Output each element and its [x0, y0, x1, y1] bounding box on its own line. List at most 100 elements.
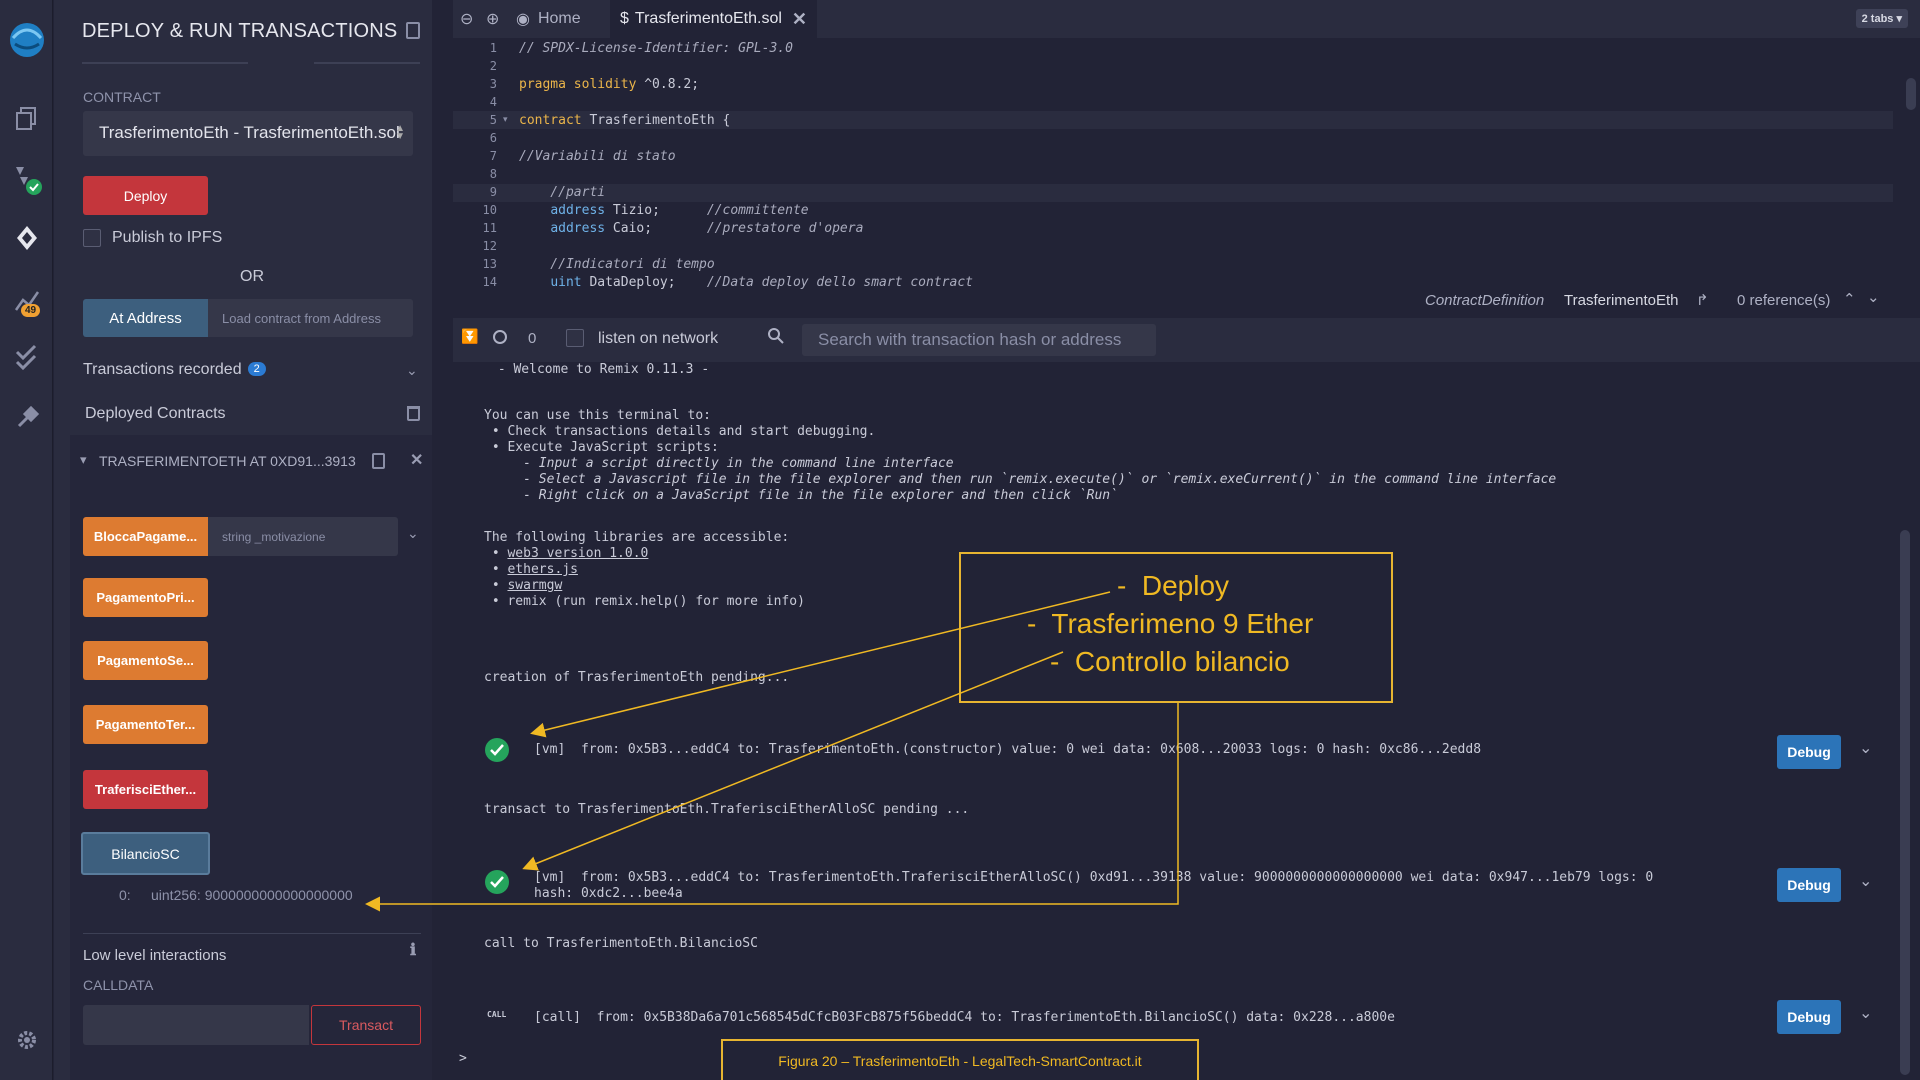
terminal-line: The following libraries are accessible: — [484, 530, 790, 545]
fn-pagamentosecondo-button[interactable]: PagamentoSe... — [83, 641, 208, 680]
terminal-scrollbar[interactable] — [1900, 530, 1910, 1075]
fn-bloccapagamento-input[interactable]: string _motivazione — [208, 517, 398, 556]
settings-gear-icon[interactable] — [0, 1020, 53, 1060]
title-underline-right — [314, 62, 420, 64]
docs-icon[interactable] — [406, 22, 420, 39]
editor-scrollbar[interactable] — [1906, 78, 1916, 110]
chevron-down-icon[interactable]: ⌄ — [1867, 288, 1880, 306]
fn-pagamentoterzo-button[interactable]: PagamentoTer... — [83, 705, 208, 744]
terminal-prompt[interactable]: > — [459, 1051, 467, 1066]
fn-bloccapagamento-button[interactable]: BloccaPagame... — [83, 517, 208, 556]
load-address-input[interactable]: Load contract from Address — [208, 299, 413, 337]
deploy-button[interactable]: Deploy — [83, 176, 208, 215]
divider — [83, 933, 421, 934]
info-icon[interactable]: ℹ — [410, 940, 416, 960]
close-tab-icon[interactable]: ✕ — [792, 9, 807, 30]
chevron-up-icon[interactable]: ⌃ — [1843, 290, 1856, 308]
fn-pagamentoprimo-button[interactable]: PagamentoPri... — [83, 578, 208, 617]
terminal-output: - Welcome to Remix 0.11.3 - You can use … — [453, 362, 1920, 1080]
code-line: pragma solidity ^0.8.2; — [519, 77, 699, 92]
code-line: uint DataDeploy; //Data deploy dello sma… — [519, 275, 973, 290]
zoom-in-icon[interactable]: ⊕ — [486, 0, 499, 38]
calldata-input[interactable] — [83, 1005, 309, 1045]
definition-name: TrasferimentoEth — [1564, 292, 1679, 309]
select-arrows-icon: ▲ ▼ — [395, 123, 405, 142]
tx-log-transfer[interactable]: [vm] from: 0x5B3...eddC4 to: Trasferimen… — [534, 870, 1653, 885]
expand-tx-chevron-icon[interactable]: ⌄ — [1859, 738, 1872, 758]
expand-tx-chevron-icon[interactable]: ⌄ — [1859, 1003, 1872, 1023]
contract-select[interactable]: TrasferimentoEth - TrasferimentoEth.sol … — [83, 111, 413, 156]
tx-log-transfer-hash[interactable]: hash: 0xdc2...bee4a — [534, 886, 683, 901]
collapse-chevron-icon[interactable]: ▾ — [80, 452, 87, 468]
code-text: Tizio; — [605, 203, 707, 218]
terminal-line: - Select a Javascript file in the file e… — [484, 472, 1557, 487]
code-line: address Caio; //prestatore d'opera — [519, 221, 863, 236]
tabs-count-button[interactable]: 2 tabs ▾ — [1855, 9, 1908, 28]
fn-bilanciosc-button[interactable]: BilancioSC — [81, 832, 210, 875]
deployed-instance: ▾ TRASFERIMENTOETH AT 0XD91...3913 ✕ Blo… — [70, 435, 432, 1080]
file-explorer-icon[interactable] — [0, 98, 53, 138]
fn-traferisciether-button[interactable]: TraferisciEther... — [83, 770, 208, 809]
close-instance-icon[interactable]: ✕ — [410, 450, 423, 470]
search-icon — [767, 327, 785, 350]
deploy-run-icon[interactable] — [0, 218, 53, 258]
publish-ipfs-checkbox[interactable] — [83, 229, 101, 247]
code-line: //Indicatori di tempo — [519, 257, 715, 272]
zoom-out-icon[interactable]: ⊖ — [460, 0, 473, 38]
debug-button[interactable]: Debug — [1777, 868, 1841, 902]
result-value: uint256: 9000000000000000000 — [151, 887, 353, 903]
contract-select-value: TrasferimentoEth - TrasferimentoEth.sol — [99, 123, 400, 142]
tab-home-label: Home — [537, 10, 581, 27]
line-number: 2 — [489, 59, 497, 73]
listen-network-checkbox[interactable] — [566, 329, 584, 347]
solidity-compiler-icon[interactable] — [0, 160, 53, 200]
lib-link-swarmgw[interactable]: swarmgw — [507, 578, 562, 593]
solidity-file-icon: $ — [620, 10, 629, 27]
terminal-line: • remix (run remix.help() for more info) — [484, 594, 805, 609]
clear-console-icon[interactable] — [493, 330, 507, 344]
tab-file-label: TrasferimentoEth.sol — [634, 10, 782, 27]
terminal-line: transact to TrasferimentoEth.TraferisciE… — [484, 802, 970, 817]
lib-link-web3[interactable]: web3 version 1.0.0 — [507, 546, 648, 561]
expand-tx-chevron-icon[interactable]: ⌄ — [1859, 871, 1872, 891]
tab-trasferimentoeth[interactable]: $ TrasferimentoEth.sol ✕ — [610, 0, 818, 38]
figure-caption: Figura 20 – TrasferimentoEth - LegalTech… — [721, 1039, 1199, 1080]
terminal-line: • ethers.js — [484, 562, 578, 577]
terminal-line: call to TrasferimentoEth.BilancioSC — [484, 936, 758, 951]
code-keyword: uint — [550, 275, 582, 290]
collapse-terminal-icon[interactable]: ⏬ — [461, 328, 478, 345]
trash-icon[interactable] — [407, 406, 420, 421]
lib-link-ethers[interactable]: ethers.js — [507, 562, 577, 577]
definition-kind: ContractDefinition — [1425, 292, 1545, 309]
tx-log-call[interactable]: [call] from: 0x5B38Da6a701c568545dCfcB03… — [534, 1010, 1395, 1025]
debug-button[interactable]: Debug — [1777, 735, 1841, 769]
line-number: 5 — [489, 113, 497, 127]
fold-chevron-icon[interactable]: ▾ — [503, 114, 508, 125]
code-line: // SPDX-License-Identifier: GPL-3.0 — [519, 41, 793, 56]
call-tag: CALL — [487, 1010, 507, 1019]
chevron-down-icon[interactable]: ⌄ — [406, 362, 418, 379]
calldata-label: CALLDATA — [83, 977, 154, 993]
transactions-recorded-label[interactable]: Transactions recorded 2 — [83, 361, 266, 379]
plugin-manager-icon[interactable] — [0, 398, 53, 438]
code-keyword: address — [550, 221, 606, 236]
annotation-line: - Controllo bilancio — [1050, 646, 1290, 677]
code-line: contract TrasferimentoEth { — [519, 113, 730, 128]
tab-home[interactable]: ◉ Home — [516, 0, 581, 38]
at-address-button[interactable]: At Address — [83, 299, 208, 337]
remix-logo-icon[interactable] — [0, 20, 53, 60]
debug-button[interactable]: Debug — [1777, 1000, 1841, 1034]
transact-button[interactable]: Transact — [311, 1005, 421, 1045]
tx-log-deploy[interactable]: [vm] from: 0x5B3...eddC4 to: Trasferimen… — [534, 742, 1481, 757]
line-number: 4 — [489, 95, 497, 109]
annotation-line: - Trasferimeno 9 Ether — [1027, 608, 1314, 639]
analysis-badge: 49 — [21, 304, 41, 317]
code-editor[interactable]: 1 2 3 4 5 6 7 8 9 10 11 12 13 14 ▾ // SP… — [453, 38, 1920, 290]
testing-icon[interactable] — [0, 338, 53, 378]
search-transaction-input[interactable]: Search with transaction hash or address — [802, 324, 1156, 356]
copy-icon[interactable] — [372, 453, 385, 469]
editor-tabs: ⊖ ⊕ ◉ Home $ TrasferimentoEth.sol ✕ 2 tabs … — [453, 0, 1920, 38]
goto-definition-icon[interactable]: ↱ — [1696, 291, 1709, 309]
code-comment: //committente — [706, 203, 809, 218]
expand-function-chevron-icon[interactable]: ⌄ — [407, 525, 419, 542]
